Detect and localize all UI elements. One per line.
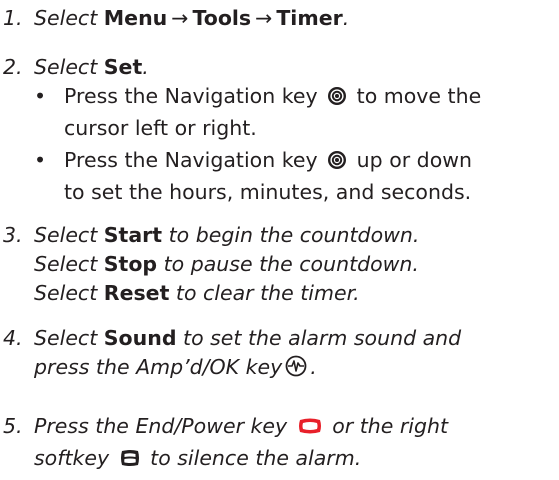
step-text: Press the End/Power key or the right sof… [34,412,559,476]
step-line: softkey [34,446,110,470]
step-line: to silence the alarm. [150,446,362,470]
arrow-icon: → [255,6,273,30]
select-word: Select [34,326,98,350]
menu-label: Menu [103,6,168,30]
step-line: to pause the countdown. [163,252,419,276]
step-line: Press the End/Power key [34,414,288,438]
step-text: Select Start to begin the countdown. Sel… [34,221,559,308]
step-line: to clear the timer. [175,281,360,305]
step-text: Select Set. [34,53,559,82]
right-softkey-icon [119,447,141,476]
step-number: 5. [3,414,23,438]
reset-label: Reset [103,281,170,305]
end-power-key-icon [297,415,323,444]
step-line: press the Amp’d/OK key [34,355,283,379]
start-label: Start [103,223,163,247]
bullet-dot: • [34,148,47,172]
step-line: to set the alarm sound and [183,326,462,350]
step-number: 2. [3,55,23,79]
tools-label: Tools [192,6,252,30]
period: . [142,55,149,79]
bullet-text: Press the Navigation key up or down to s… [64,146,559,207]
bullet-line: cursor left or right. [64,116,257,140]
bullet-text: Press the Navigation key to move the cur… [64,82,559,143]
bullet-line: to move the [356,84,482,108]
select-word: Select [34,252,98,276]
period: . [342,6,350,30]
bullet-line: up or down [356,148,472,172]
amp-ok-key-icon [285,355,307,385]
select-word: Select [34,55,98,79]
step-text: Select Sound to set the alarm sound and … [34,324,559,385]
bullet-line: Press the Navigation key [64,148,318,172]
step-line: or the right [332,414,449,438]
step-number: 4. [3,326,23,350]
stop-label: Stop [103,252,158,276]
set-label: Set [103,55,143,79]
period: . [310,355,317,379]
bullet-line: Press the Navigation key [64,84,318,108]
bullet-line: to set the hours, minutes, and seconds. [64,180,472,204]
select-word: Select [34,223,98,247]
step-text: Select Menu → Tools → Timer. [34,4,559,33]
step-number: 3. [3,223,23,247]
sound-label: Sound [103,326,177,350]
bullet-dot: • [34,84,47,108]
navigation-key-icon [327,85,347,114]
select-word: Select [34,281,98,305]
step-number: 1. [3,6,23,30]
navigation-key-icon [327,149,347,178]
timer-label: Timer [276,6,343,30]
step-line: to begin the countdown. [168,223,420,247]
select-word: Select [34,6,98,30]
arrow-icon: → [171,6,189,30]
